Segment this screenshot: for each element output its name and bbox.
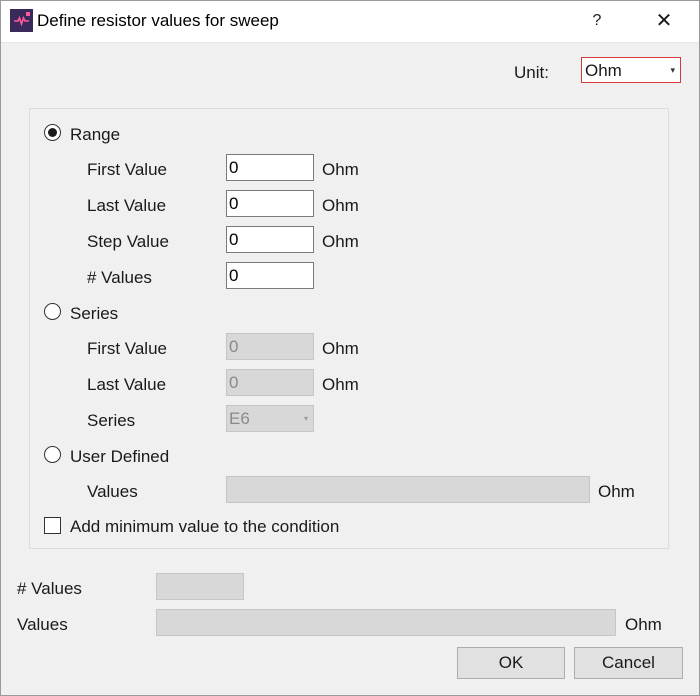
unit-select-value: Ohm (585, 61, 622, 80)
window-title: Define resistor values for sweep (37, 11, 279, 30)
add-min-label: Add minimum value to the condition (70, 517, 340, 536)
ok-button[interactable]: OK (457, 647, 565, 679)
summary-values-unit: Ohm (625, 615, 662, 634)
user-values-unit: Ohm (598, 482, 635, 501)
chevron-down-icon: ▾ (670, 65, 675, 75)
cancel-button[interactable]: Cancel (574, 647, 683, 679)
summary-count-label: # Values (17, 579, 82, 598)
range-first-unit: Ohm (322, 160, 359, 179)
range-count-label: # Values (87, 268, 152, 287)
user-values-label: Values (87, 482, 138, 501)
series-first-input[interactable]: 0 (226, 333, 314, 360)
range-first-input[interactable]: 0 (226, 154, 314, 181)
chevron-down-icon: ▾ (303, 414, 308, 423)
user-values-input[interactable] (226, 476, 590, 503)
summary-values-label: Values (17, 615, 68, 634)
range-radio[interactable] (44, 124, 61, 141)
range-count-input[interactable]: 0 (226, 262, 314, 289)
range-last-label: Last Value (87, 196, 167, 215)
user-defined-radio[interactable] (44, 446, 61, 463)
series-first-label: First Value (87, 339, 167, 358)
close-icon: ✕ (655, 10, 673, 32)
summary-count-field (156, 573, 244, 600)
series-last-unit: Ohm (322, 375, 359, 394)
series-label: Series (70, 304, 119, 323)
close-button[interactable]: ✕ (648, 8, 680, 34)
unit-label: Unit: (514, 63, 549, 82)
app-icon (10, 9, 33, 32)
add-min-checkbox[interactable] (44, 517, 61, 534)
series-type-select[interactable]: E6 ▾ (226, 405, 314, 432)
range-step-input[interactable]: 0 (226, 226, 314, 253)
summary-values-field (156, 609, 616, 636)
series-radio[interactable] (44, 303, 61, 320)
range-last-input[interactable]: 0 (226, 190, 314, 217)
range-step-label: Step Value (87, 232, 169, 251)
range-first-label: First Value (87, 160, 167, 179)
range-label: Range (70, 125, 121, 144)
series-type-label: Series (87, 411, 136, 430)
series-type-value: E6 (229, 409, 250, 428)
unit-select[interactable]: Ohm ▾ (581, 57, 681, 83)
range-step-unit: Ohm (322, 232, 359, 251)
series-first-unit: Ohm (322, 339, 359, 358)
series-last-input[interactable]: 0 (226, 369, 314, 396)
help-button[interactable]: ? (582, 8, 612, 34)
user-defined-label: User Defined (70, 447, 170, 466)
series-last-label: Last Value (87, 375, 167, 394)
range-last-unit: Ohm (322, 196, 359, 215)
